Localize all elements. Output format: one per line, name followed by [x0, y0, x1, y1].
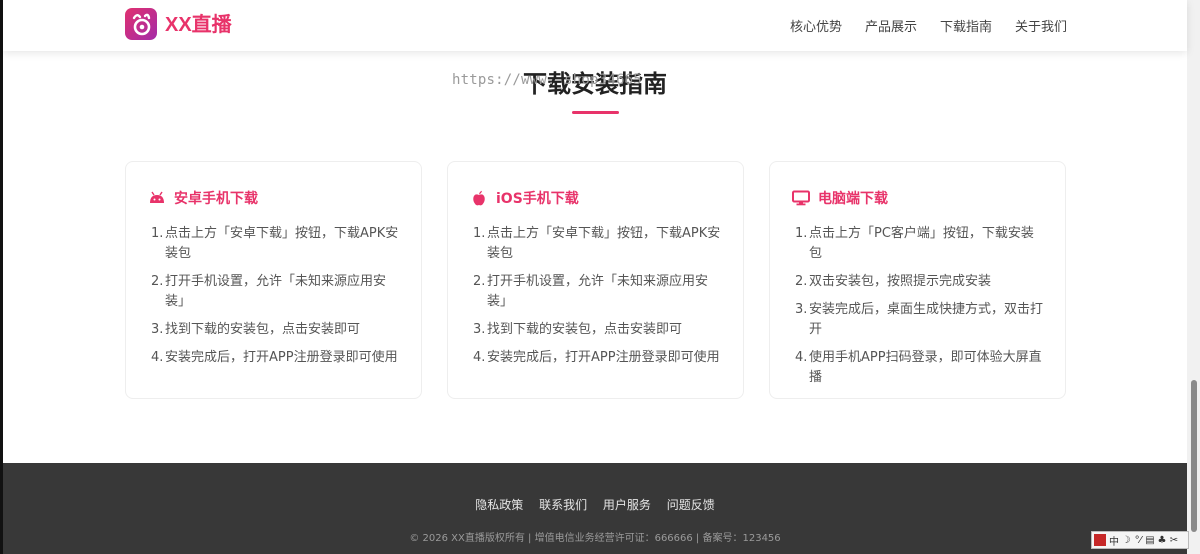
list-item: 1. 点击上方「PC客户端」按钮，下载安装包	[795, 226, 1034, 261]
list-item: 4. 安装完成后，打开APP注册登录即可使用	[151, 350, 398, 365]
watermark-text: https://www. shop34665	[452, 72, 642, 88]
keyboard-icon[interactable]: ▤	[1144, 535, 1156, 546]
copyright-text: © 2026 XX直播版权所有 | 增值电信业务经营许可证：666666 | 备…	[409, 533, 781, 544]
footer-link-contact[interactable]: 联系我们	[539, 498, 587, 512]
nav-item-download-guide[interactable]: 下载指南	[940, 16, 992, 35]
footer-links: 隐私政策 联系我们 用户服务 问题反馈	[3, 496, 1187, 513]
site-footer: 隐私政策 联系我们 用户服务 问题反馈 © 2026 XX直播版权所有 | 增值…	[3, 463, 1187, 554]
card-title: 安卓手机下载	[174, 191, 258, 207]
card-header: iOS手机下载	[470, 188, 579, 208]
list-item: 4. 安装完成后，打开APP注册登录即可使用	[473, 350, 720, 365]
moon-icon[interactable]: ☽	[1120, 535, 1132, 546]
steps-list: 1. 点击上方「PC客户端」按钮，下载安装包 2. 双击安装包，按照提示完成安装 3…	[795, 224, 1045, 396]
list-item: 2. 打开手机设置，允许「未知来源应用安装」	[151, 274, 387, 309]
ime-logo-icon[interactable]	[1094, 534, 1106, 546]
footer-link-feedback[interactable]: 问题反馈	[667, 498, 715, 512]
list-item: 3. 找到下载的安装包，点击安装即可	[151, 322, 361, 337]
ime-lang-toggle[interactable]: 中	[1108, 533, 1120, 548]
apple-icon	[470, 189, 488, 207]
android-icon	[148, 189, 166, 207]
footer-link-privacy[interactable]: 隐私政策	[475, 498, 523, 512]
download-card-ios: iOS手机下载 1. 点击上方「安卓下载」按钮，下载APK安装包 2. 打开手机设置…	[447, 161, 744, 399]
list-item: 4. 使用手机APP扫码登录，即可体验大屏直播	[795, 350, 1042, 385]
desktop-icon	[792, 189, 810, 207]
list-item: 1. 点击上方「安卓下载」按钮，下载APK安装包	[473, 226, 721, 261]
brand-name[interactable]: XX直播	[165, 12, 232, 38]
card-title: 电脑端下载	[818, 191, 888, 207]
scrollbar-thumb[interactable]	[1191, 380, 1197, 532]
main-nav: 核心优势 产品展示 下载指南 关于我们	[790, 0, 1067, 51]
ime-toolbar: 中 ☽ °⁄ ▤ ♣ ✂	[1091, 531, 1189, 549]
download-card-android: 安卓手机下载 1. 点击上方「安卓下载」按钮，下载APK安装包 2. 打开手机设置，…	[125, 161, 422, 399]
site-header: XX直播 核心优势 产品展示 下载指南 关于我们	[3, 0, 1187, 51]
card-header: 电脑端下载	[792, 188, 888, 208]
title-underline	[572, 111, 619, 114]
steps-list: 1. 点击上方「安卓下载」按钮，下载APK安装包 2. 打开手机设置，允许「未知来源…	[473, 224, 723, 376]
card-header: 安卓手机下载	[148, 188, 258, 208]
footer-link-service[interactable]: 用户服务	[603, 498, 651, 512]
list-item: 3. 找到下载的安装包，点击安装即可	[473, 322, 683, 337]
list-item: 1. 点击上方「安卓下载」按钮，下载APK安装包	[151, 226, 399, 261]
list-item: 3. 安装完成后，桌面生成快捷方式，双击打开	[795, 302, 1044, 337]
list-item: 2. 双击安装包，按照提示完成安装	[795, 274, 992, 289]
steps-list: 1. 点击上方「安卓下载」按钮，下载APK安装包 2. 打开手机设置，允许「未知来源…	[151, 224, 401, 376]
nav-item-products[interactable]: 产品展示	[865, 16, 917, 35]
download-card-desktop: 电脑端下载 1. 点击上方「PC客户端」按钮，下载安装包 2. 双击安装包，按照提示…	[769, 161, 1066, 399]
nav-item-advantages[interactable]: 核心优势	[790, 16, 842, 35]
tools-icon[interactable]: ✂	[1168, 535, 1180, 546]
card-title: iOS手机下载	[496, 191, 579, 207]
skin-icon[interactable]: ♣	[1156, 535, 1168, 546]
app-logo-icon[interactable]	[125, 8, 157, 40]
nav-item-about[interactable]: 关于我们	[1015, 16, 1067, 35]
list-item: 2. 打开手机设置，允许「未知来源应用安装」	[473, 274, 709, 309]
punctuation-icon[interactable]: °⁄	[1132, 535, 1144, 546]
